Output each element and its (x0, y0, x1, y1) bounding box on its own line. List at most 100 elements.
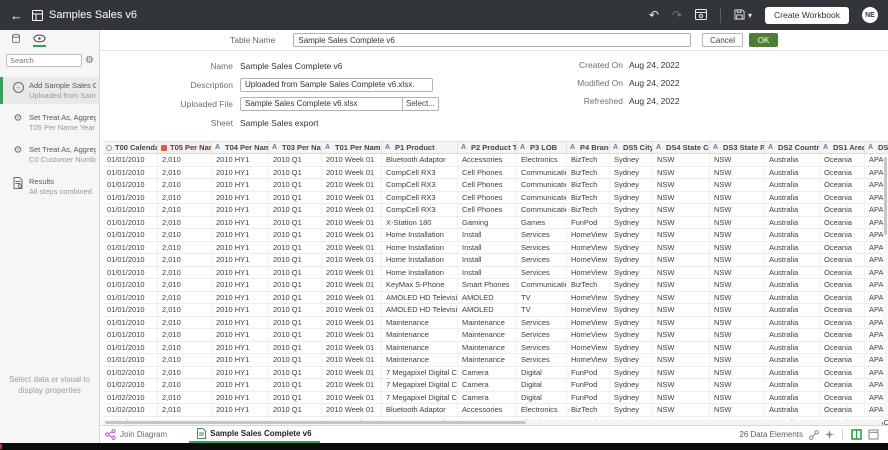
column-header[interactable]: AP4 Brand (567, 142, 610, 153)
table-cell[interactable]: 2010 Week 01 (322, 242, 382, 255)
column-header[interactable]: T00 Calendar ... (103, 142, 158, 153)
table-cell[interactable]: 2010 Q1 (269, 192, 322, 205)
table-cell[interactable]: Australia (765, 292, 820, 305)
table-cell[interactable]: Australia (765, 404, 820, 417)
table-cell[interactable]: 2010 Q1 (269, 154, 322, 167)
table-cell[interactable]: 01/01/2010 (103, 192, 158, 205)
table-cell[interactable]: Oceania (820, 279, 865, 292)
table-cell[interactable]: TV (517, 292, 567, 305)
table-cell[interactable]: Australia (765, 367, 820, 380)
table-cell[interactable]: 2,010 (158, 267, 212, 280)
table-cell[interactable]: Communication (517, 279, 567, 292)
table-cell[interactable]: NSW (653, 279, 710, 292)
table-cell[interactable]: NSW (653, 242, 710, 255)
table-cell[interactable]: 2010 Week 01 (322, 292, 382, 305)
redo-icon[interactable]: ↷ (672, 9, 682, 21)
join-diagram-button[interactable]: Join Diagram (105, 429, 167, 440)
table-cell[interactable]: 2010 HY1 (212, 167, 269, 180)
column-header[interactable]: ADS1 Area (820, 142, 865, 153)
table-cell[interactable]: 2010 Q1 (269, 317, 322, 330)
table-cell[interactable]: NSW (710, 217, 765, 230)
table-cell[interactable]: 2010 HY1 (212, 267, 269, 280)
table-cell[interactable]: Install (458, 254, 517, 267)
table-cell[interactable]: Australia (765, 242, 820, 255)
table-cell[interactable]: Camera (458, 392, 517, 405)
table-cell[interactable]: Sydney (610, 329, 653, 342)
table-cell[interactable]: Sydney (610, 217, 653, 230)
table-cell[interactable]: Maintenance (458, 354, 517, 367)
table-cell[interactable]: NSW (653, 367, 710, 380)
table-cell[interactable]: 2,010 (158, 292, 212, 305)
table-cell[interactable]: Gaming (458, 217, 517, 230)
table-cell[interactable]: 2010 Week 01 (322, 254, 382, 267)
table-cell[interactable]: Services (517, 317, 567, 330)
table-cell[interactable]: Oceania (820, 379, 865, 392)
table-cell[interactable]: 01/01/2010 (103, 354, 158, 367)
table-cell[interactable]: 2010 Q1 (269, 342, 322, 355)
table-cell[interactable]: 2010 HY1 (212, 329, 269, 342)
table-cell[interactable]: Services (517, 242, 567, 255)
tab-preview-icon[interactable] (33, 34, 46, 47)
table-cell[interactable]: CompCell RX3 (382, 167, 458, 180)
table-cell[interactable]: Maintenance (382, 317, 458, 330)
tab-data-icon[interactable] (9, 34, 22, 47)
table-cell[interactable]: Sydney (610, 292, 653, 305)
table-cell[interactable]: HomeView (567, 317, 610, 330)
table-cell[interactable]: Digital (517, 367, 567, 380)
table-cell[interactable]: 2,010 (158, 192, 212, 205)
column-header[interactable]: AT04 Per Nam... (212, 142, 269, 153)
table-cell[interactable]: 2010 Week 01 (322, 192, 382, 205)
table-cell[interactable]: Sydney (610, 242, 653, 255)
table-cell[interactable]: 01/01/2010 (103, 167, 158, 180)
column-header[interactable]: ADS5 City (610, 142, 653, 153)
table-cell[interactable]: NSW (710, 279, 765, 292)
column-header[interactable]: AP2 Product T... (458, 142, 517, 153)
table-row[interactable]: 01/01/20102,0102010 HY12010 Q12010 Week … (103, 204, 888, 217)
table-cell[interactable]: NSW (653, 267, 710, 280)
table-cell[interactable]: Communication (517, 192, 567, 205)
table-cell[interactable]: 2010 Week 01 (322, 342, 382, 355)
table-cell[interactable]: NSW (710, 329, 765, 342)
table-cell[interactable]: Communication (517, 179, 567, 192)
table-cell[interactable]: 2010 Week 01 (322, 154, 382, 167)
table-cell[interactable]: Sydney (610, 229, 653, 242)
table-cell[interactable]: Services (517, 267, 567, 280)
table-row[interactable]: 01/01/20102,0102010 HY12010 Q12010 Week … (103, 329, 888, 342)
table-cell[interactable]: Sydney (610, 342, 653, 355)
table-cell[interactable]: NSW (710, 267, 765, 280)
table-cell[interactable]: NSW (653, 154, 710, 167)
table-cell[interactable]: 7 Megapixel Digital Camera (382, 367, 458, 380)
table-cell[interactable]: Oceania (820, 204, 865, 217)
table-cell[interactable]: Maintenance (458, 342, 517, 355)
table-cell[interactable]: HomeView (567, 304, 610, 317)
table-cell[interactable]: Oceania (820, 342, 865, 355)
table-cell[interactable]: Sydney (610, 204, 653, 217)
table-cell[interactable]: Australia (765, 179, 820, 192)
table-cell[interactable]: Sydney (610, 317, 653, 330)
back-icon[interactable]: ← (10, 8, 23, 23)
table-cell[interactable]: Electronics (517, 154, 567, 167)
lineage-icon[interactable] (809, 430, 819, 440)
table-cell[interactable]: TV (517, 304, 567, 317)
table-cell[interactable]: 2010 Week 01 (322, 304, 382, 317)
table-cell[interactable]: Accessories (458, 154, 517, 167)
table-cell[interactable]: 2010 HY1 (212, 292, 269, 305)
table-cell[interactable]: 01/01/2010 (103, 229, 158, 242)
table-cell[interactable]: 2,010 (158, 254, 212, 267)
table-cell[interactable]: 2010 Q1 (269, 354, 322, 367)
table-cell[interactable]: 2010 HY1 (212, 367, 269, 380)
step-item-results[interactable]: Results All steps combined (0, 173, 99, 200)
table-cell[interactable]: Games (517, 217, 567, 230)
table-cell[interactable]: Oceania (820, 267, 865, 280)
table-cell[interactable]: Services (517, 329, 567, 342)
table-cell[interactable]: 2010 Week 01 (322, 329, 382, 342)
vertical-scrollbar[interactable] (883, 155, 888, 419)
table-cell[interactable]: 01/02/2010 (103, 404, 158, 417)
search-input[interactable] (6, 54, 82, 67)
table-cell[interactable]: Oceania (820, 254, 865, 267)
table-cell[interactable]: 2010 Q1 (269, 379, 322, 392)
table-cell[interactable]: Australia (765, 354, 820, 367)
table-cell[interactable]: NSW (710, 242, 765, 255)
table-cell[interactable]: NSW (653, 317, 710, 330)
table-cell[interactable]: Sydney (610, 154, 653, 167)
